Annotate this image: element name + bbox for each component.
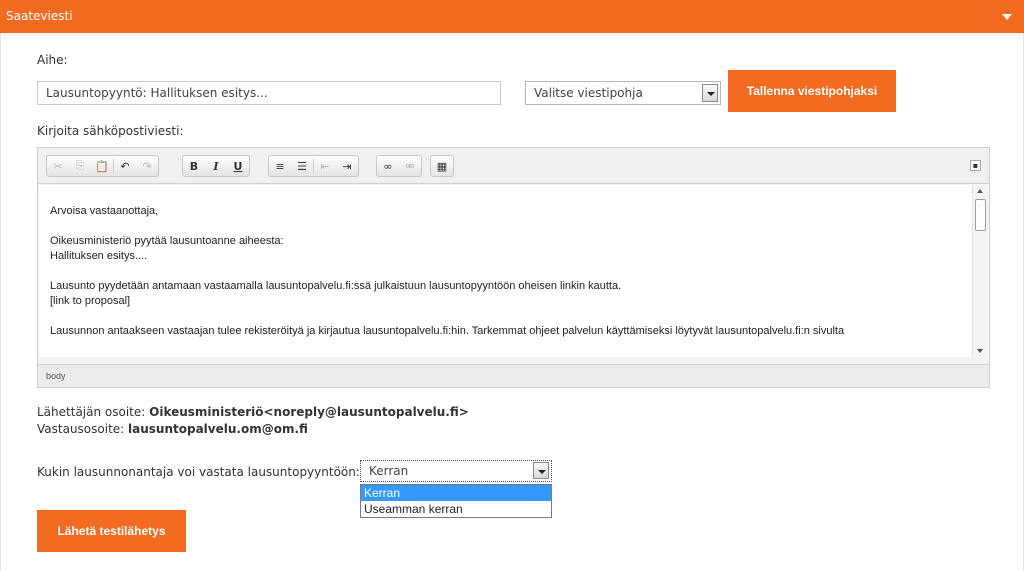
editor-statusbar: body [38,364,989,387]
indent-icon[interactable]: ⇥ [336,156,358,176]
cut-icon[interactable]: ✂ [47,156,69,176]
editor-text: Arvoisa vastaanottaja, Oikeusministeriö … [50,204,955,339]
editor-line: Lausunnon antaakseen vastaajan tulee rek… [50,325,845,337]
reply-label: Vastausosoite: [37,422,129,436]
rich-text-editor: ✂ ⎘ 📋 ↶ ↷ B I U ≡ ☰ ⇤ ⇥ ∞ ⚮ ▦ ▪ Arvoisa … [37,147,990,388]
scroll-thumb[interactable] [975,199,986,231]
toolbar-group-links: ∞ ⚮ [376,155,422,177]
response-limit-select[interactable]: Kerran [360,460,552,482]
subject-input-value: Lausuntopyyntö: Hallituksen esitys... [46,86,268,100]
sender-value: Oikeusministeriö<noreply@lausuntopalvelu… [149,405,469,419]
panel-title: Saateviesti [6,9,73,23]
editor-line [50,309,955,324]
reply-value: lausuntopalvelu.om@om.fi [128,422,308,436]
editor-scrollbar[interactable] [972,185,988,357]
outdent-icon[interactable]: ⇤ [314,156,336,176]
toolbar-group-format: B I U [182,155,250,177]
subject-input[interactable]: Lausuntopyyntö: Hallituksen esitys... [37,81,501,105]
unlink-icon[interactable]: ⚮ [399,156,421,176]
redo-icon[interactable]: ↷ [136,156,158,176]
editor-toolbar: ✂ ⎘ 📋 ↶ ↷ B I U ≡ ☰ ⇤ ⇥ ∞ ⚮ ▦ ▪ [38,148,989,184]
bulleted-list-icon[interactable]: ☰ [291,156,313,176]
scroll-down-icon[interactable] [977,349,983,353]
toolbar-group-lists: ≡ ☰ ⇤ ⇥ [268,155,359,177]
table-icon[interactable]: ▦ [431,156,453,176]
editor-line [50,219,955,234]
scroll-up-icon[interactable] [977,189,983,193]
reply-line: Vastausosoite: lausuntopalvelu.om@om.fi [37,422,308,436]
paste-icon[interactable]: 📋 [91,156,113,176]
toolbar-group-clipboard: ✂ ⎘ 📋 ↶ ↷ [46,155,159,177]
dropdown-option-multiple[interactable]: Useamman kerran [361,501,551,517]
panel-body: Aihe: Lausuntopyyntö: Hallituksen esitys… [0,33,1024,571]
bold-icon[interactable]: B [183,156,205,176]
template-select[interactable]: Valitse viestipohja [525,81,721,105]
panel-header[interactable]: Saateviesti [0,0,1024,33]
editor-content[interactable]: Arvoisa vastaanottaja, Oikeusministeriö … [39,185,988,357]
email-label: Kirjoita sähköpostiviesti: [37,124,184,138]
numbered-list-icon[interactable]: ≡ [269,156,291,176]
save-template-button[interactable]: Tallenna viestipohjaksi [728,70,896,112]
sender-line: Lähettäjän osoite: Oikeusministeriö<nore… [37,405,469,419]
collapse-toolbar-icon[interactable]: ▪ [970,160,981,171]
editor-line: Lausunto pyydetään antamaan vastaamalla … [50,280,622,292]
editor-line: Oikeusministeriö pyytää lausuntoanne aih… [50,235,284,247]
copy-icon[interactable]: ⎘ [69,156,91,176]
response-limit-value: Kerran [369,464,409,478]
editor-line: Hallituksen esitys.... [50,250,148,262]
underline-icon[interactable]: U [227,156,249,176]
dropdown-option-once[interactable]: Kerran [361,485,551,501]
test-send-button[interactable]: Lähetä testilähetys [37,510,186,552]
chevron-down-icon[interactable] [533,462,549,479]
editor-line: [link to proposal] [50,295,131,307]
italic-icon[interactable]: I [205,156,227,176]
editor-line [50,264,955,279]
link-icon[interactable]: ∞ [377,156,399,176]
sender-label: Lähettäjän osoite: [37,405,150,419]
template-select-value: Valitse viestipohja [534,86,643,100]
chevron-down-icon[interactable] [702,84,718,102]
editor-line: Arvoisa vastaanottaja, [50,205,159,217]
undo-icon[interactable]: ↶ [114,156,136,176]
subject-label: Aihe: [37,53,68,67]
response-limit-label: Kukin lausunnonantaja voi vastata lausun… [37,465,360,479]
response-limit-options: Kerran Useamman kerran [360,484,552,518]
element-path[interactable]: body [46,371,66,381]
toolbar-group-table: ▦ [430,155,454,177]
collapse-caret-icon[interactable] [1002,14,1012,20]
